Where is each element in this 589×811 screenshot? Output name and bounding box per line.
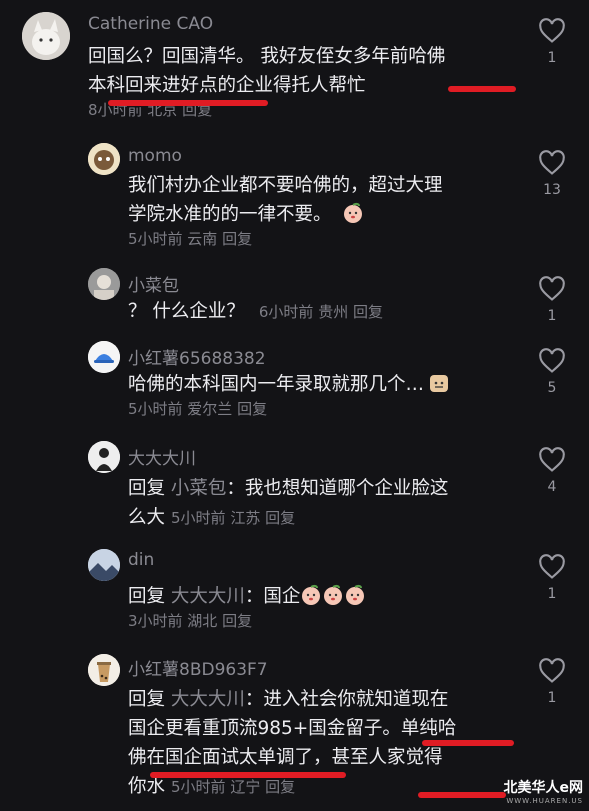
heart-outline-icon [539, 348, 565, 373]
comment-text: 回国么？回国清华。 我好友侄女多年前哈佛 本科回来进好点的企业得托人帮忙 8小时… [88, 42, 528, 122]
comment-meta: 5小时前 辽宁 回复 [171, 778, 296, 796]
comment-line: ？ 什么企业？ [128, 301, 245, 322]
comment-text: 回复 大大大川：国企 3小时前 湖北 回复 [128, 582, 528, 633]
comment-line: 回国么？回国清华。 我好友侄女多年前哈佛 [88, 46, 446, 67]
avatar[interactable] [88, 341, 120, 373]
comment-line: 国企更看重顶流985+国金留子。单纯哈 [128, 718, 457, 739]
comment-meta: 3小时前 湖北 回复 [128, 612, 253, 630]
reply-prefix: 回复 [128, 689, 166, 710]
reply-prefix: 回复 [128, 478, 166, 499]
like-button[interactable]: 1 [532, 658, 572, 706]
like-count: 4 [547, 479, 557, 495]
comment-line: ：国企 [244, 586, 301, 607]
peach-face-emoji [300, 584, 322, 606]
comment-text: ？ 什么企业？ 6小时前 贵州 回复 [128, 297, 528, 327]
avatar[interactable] [88, 549, 120, 581]
comment-author[interactable]: 小菜包 [128, 271, 179, 296]
avatar[interactable] [88, 441, 120, 473]
comment-meta: 6小时前 贵州 回复 [258, 303, 383, 321]
comment-author[interactable]: 小红薯65688382 [128, 344, 266, 369]
comment-meta: 5小时前 爱尔兰 回复 [128, 400, 268, 418]
comment-text: 回复 小菜包：我也想知道哪个企业脸这 么大 5小时前 江苏 回复 [128, 474, 528, 533]
comment-author[interactable]: momo [128, 146, 182, 166]
highlight-underline [422, 740, 514, 746]
heart-outline-icon [539, 18, 565, 43]
comment-line: 本科回来进好点的企业得托人帮忙 [88, 75, 366, 96]
like-count: 1 [547, 308, 557, 324]
face-emoji [428, 372, 450, 394]
heart-outline-icon [539, 554, 565, 579]
comment-author[interactable]: 小红薯8BD963F7 [128, 655, 268, 680]
peach-face-emoji [344, 584, 366, 606]
highlight-underline [448, 86, 516, 92]
watermark-subtext: WWW.HUAREN.US [506, 797, 583, 805]
highlight-underline [108, 100, 268, 106]
peach-face-emoji [342, 202, 364, 224]
comment-author[interactable]: Catherine CAO [88, 14, 213, 34]
heart-outline-icon [539, 447, 565, 472]
comment-line: 学院水准的的一律不要。 [128, 204, 332, 225]
like-count: 1 [547, 586, 557, 602]
avatar[interactable] [88, 654, 120, 686]
watermark: 北美华人e网 WWW.HUAREN.US [504, 777, 584, 805]
watermark-text: 北美华人e网 [503, 780, 584, 796]
comment-line: ：进入社会你就知道现在 [244, 689, 449, 710]
reply-target[interactable]: 大大大川 [171, 586, 245, 607]
avatar[interactable] [88, 143, 120, 175]
reply-prefix: 回复 [128, 586, 166, 607]
comment-line: ：我也想知道哪个企业脸这 [226, 478, 449, 499]
comment-author[interactable]: 大大大川 [128, 444, 196, 469]
like-count: 13 [543, 182, 561, 198]
comment-text: 我们村办企业都不要哈佛的，超过大理 学院水准的的一律不要。 5小时前 云南 回复 [128, 171, 528, 251]
like-button[interactable]: 1 [532, 276, 572, 324]
comment-line: 么大 [128, 507, 166, 528]
comment-author[interactable]: din [128, 550, 154, 570]
like-count: 5 [547, 380, 557, 396]
like-count: 1 [547, 690, 557, 706]
like-button[interactable]: 1 [532, 18, 572, 66]
like-button[interactable]: 5 [532, 348, 572, 396]
heart-outline-icon [539, 658, 565, 683]
comment-text: 哈佛的本科国内一年录取就那几个… 5小时前 爱尔兰 回复 [128, 370, 528, 421]
comment-line: 你水 [128, 776, 166, 797]
highlight-underline [150, 772, 346, 778]
reply-target[interactable]: 小菜包 [171, 478, 227, 499]
comment-meta: 5小时前 云南 回复 [128, 230, 253, 248]
peach-face-emoji [322, 584, 344, 606]
heart-outline-icon [539, 150, 565, 175]
highlight-underline [418, 792, 506, 798]
comment-line: 哈佛的本科国内一年录取就那几个… [128, 374, 425, 395]
comment-line: 佛在国企面试太单调了，甚至人家觉得 [128, 747, 443, 768]
like-button[interactable]: 13 [532, 150, 572, 198]
like-button[interactable]: 1 [532, 554, 572, 602]
reply-target[interactable]: 大大大川 [171, 689, 245, 710]
avatar[interactable] [88, 268, 120, 300]
like-button[interactable]: 4 [532, 447, 572, 495]
comment-meta: 5小时前 江苏 回复 [171, 509, 296, 527]
heart-outline-icon [539, 276, 565, 301]
avatar[interactable] [22, 12, 70, 60]
like-count: 1 [547, 50, 557, 66]
comment-line: 我们村办企业都不要哈佛的，超过大理 [128, 175, 443, 196]
